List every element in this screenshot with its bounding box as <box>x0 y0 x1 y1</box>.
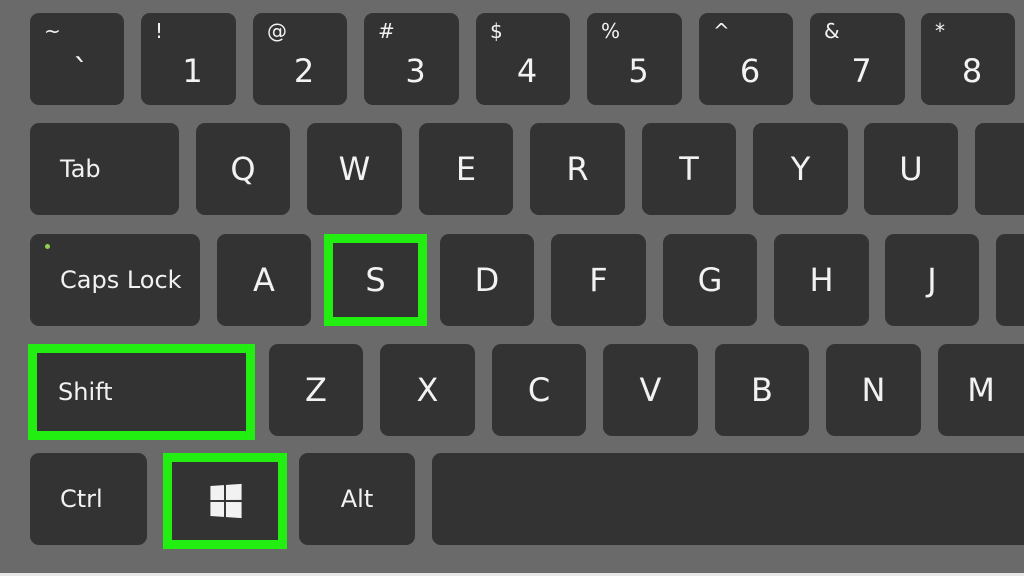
key-3[interactable]: #3 <box>364 13 459 105</box>
caps-lock-led-icon <box>45 244 50 249</box>
key-label: ` <box>73 52 89 90</box>
key-e[interactable]: E <box>419 123 513 215</box>
key-label: Alt <box>340 485 374 513</box>
key-label: Tab <box>60 155 101 183</box>
key-y[interactable]: Y <box>753 123 848 215</box>
key-m[interactable]: M <box>938 344 1024 436</box>
key-b[interactable]: B <box>715 344 809 436</box>
key-2[interactable]: @2 <box>253 13 347 105</box>
key-6[interactable]: ^ 6 <box>699 13 793 105</box>
key-label: Z <box>305 371 327 409</box>
key-label: T <box>679 150 699 188</box>
key-8[interactable]: * 8 <box>921 13 1015 105</box>
key-ctrl[interactable]: Ctrl <box>30 453 147 545</box>
key-h[interactable]: H <box>774 234 869 326</box>
key-label: 8 <box>961 52 983 90</box>
key-label: H <box>809 261 834 299</box>
key-label: F <box>589 261 608 299</box>
key-label <box>975 123 1024 215</box>
key-space[interactable] <box>432 453 1024 545</box>
key-backtick[interactable]: ~ ` <box>30 13 124 105</box>
key-label: G <box>697 261 723 299</box>
key-g[interactable]: G <box>663 234 757 326</box>
key-7[interactable]: & 7 <box>810 13 905 105</box>
key-t[interactable]: T <box>642 123 736 215</box>
key-label: A <box>253 261 275 299</box>
key-label: Shift <box>58 378 113 406</box>
key-label: 5 <box>628 52 649 90</box>
key-label: Q <box>230 150 256 188</box>
key-shift[interactable]: Shift <box>28 344 255 440</box>
key-j[interactable]: J <box>885 234 979 326</box>
key-s[interactable]: S <box>324 234 427 326</box>
key-c[interactable]: C <box>492 344 586 436</box>
key-label: Y <box>790 150 811 188</box>
key-z[interactable]: Z <box>269 344 363 436</box>
key-label <box>432 453 1024 545</box>
key-label: 2 <box>293 52 315 90</box>
windows-logo-icon <box>172 462 278 540</box>
key-label: C <box>527 371 551 409</box>
key-label: 6 <box>739 52 761 90</box>
key-label: S <box>365 261 386 299</box>
key-label: U <box>899 150 923 188</box>
key-alt[interactable]: Alt <box>299 453 415 545</box>
key-label: Caps Lock <box>60 266 182 294</box>
key-label: Ctrl <box>60 485 103 513</box>
key-label: 7 <box>851 52 872 90</box>
key-partial[interactable] <box>975 123 1024 215</box>
key-label: D <box>474 261 500 299</box>
key-a[interactable]: A <box>217 234 311 326</box>
key-label: W <box>338 150 371 188</box>
keyboard: ~ `! 1 @2 #3 $4% 5 ^ 6 & 7 * 8 Tab Q W E R T Y U Caps Lock A S D… <box>0 0 1024 573</box>
key-label: N <box>861 371 886 409</box>
key-label <box>996 234 1024 326</box>
key-q[interactable]: Q <box>196 123 290 215</box>
key-label: X <box>416 371 439 409</box>
key-5[interactable]: % 5 <box>587 13 682 105</box>
key-windows[interactable] <box>163 453 287 549</box>
key-4[interactable]: $4 <box>476 13 570 105</box>
key-label: J <box>927 261 937 299</box>
key-label: 1 <box>182 52 203 90</box>
key-label: M <box>967 371 995 409</box>
key-f[interactable]: F <box>551 234 646 326</box>
key-n[interactable]: N <box>826 344 921 436</box>
key-u[interactable]: U <box>864 123 958 215</box>
key-x[interactable]: X <box>380 344 475 436</box>
key-d[interactable]: D <box>440 234 534 326</box>
key-w[interactable]: W <box>307 123 402 215</box>
key-tab[interactable]: Tab <box>30 123 179 215</box>
key-caps-lock[interactable]: Caps Lock <box>30 234 200 326</box>
key-1[interactable]: ! 1 <box>141 13 236 105</box>
key-label: R <box>566 150 589 188</box>
key-partial[interactable] <box>996 234 1024 326</box>
key-label: 3 <box>405 52 426 90</box>
key-label: B <box>751 371 773 409</box>
key-label: E <box>455 150 477 188</box>
key-r[interactable]: R <box>530 123 625 215</box>
key-v[interactable]: V <box>603 344 698 436</box>
key-label: V <box>639 371 662 409</box>
key-label: 4 <box>516 52 538 90</box>
